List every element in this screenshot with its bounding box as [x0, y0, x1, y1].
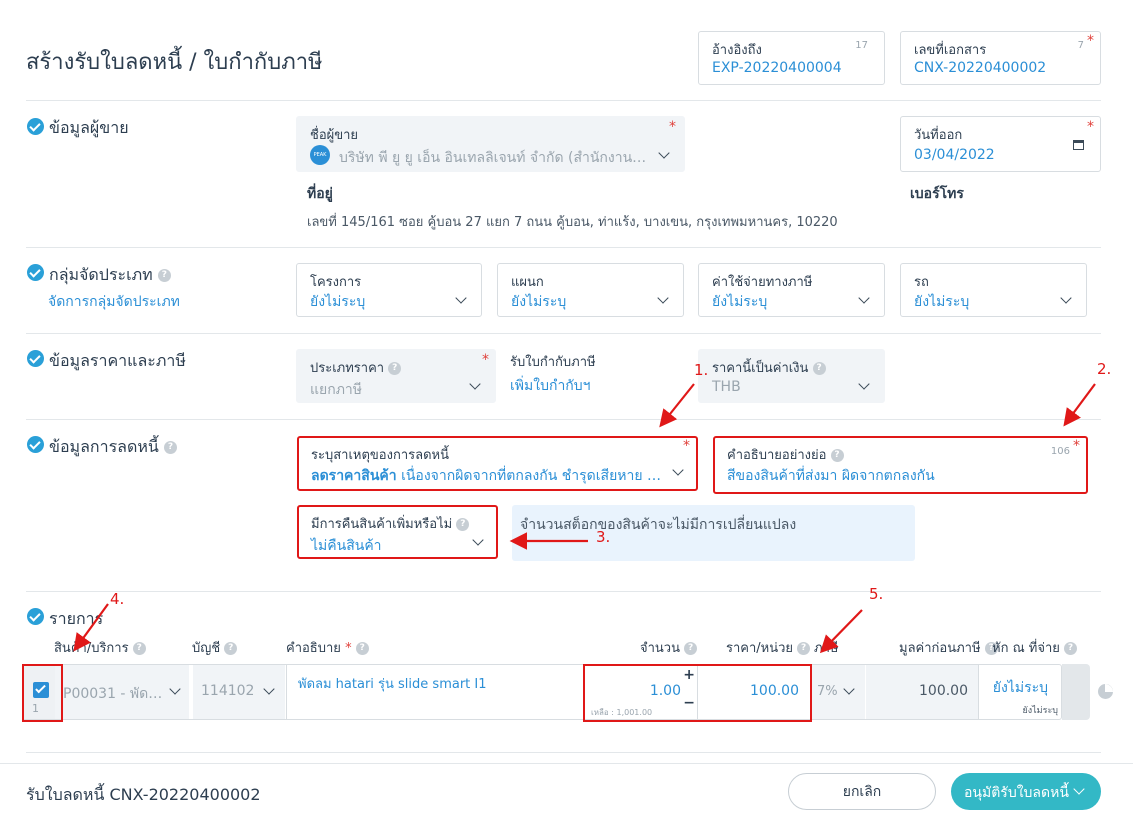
arrow-1	[659, 383, 695, 428]
arrow-5	[819, 609, 863, 654]
arrow-4	[73, 603, 109, 652]
annotation-arrows	[73, 383, 1096, 654]
arrow-2	[1063, 383, 1096, 427]
